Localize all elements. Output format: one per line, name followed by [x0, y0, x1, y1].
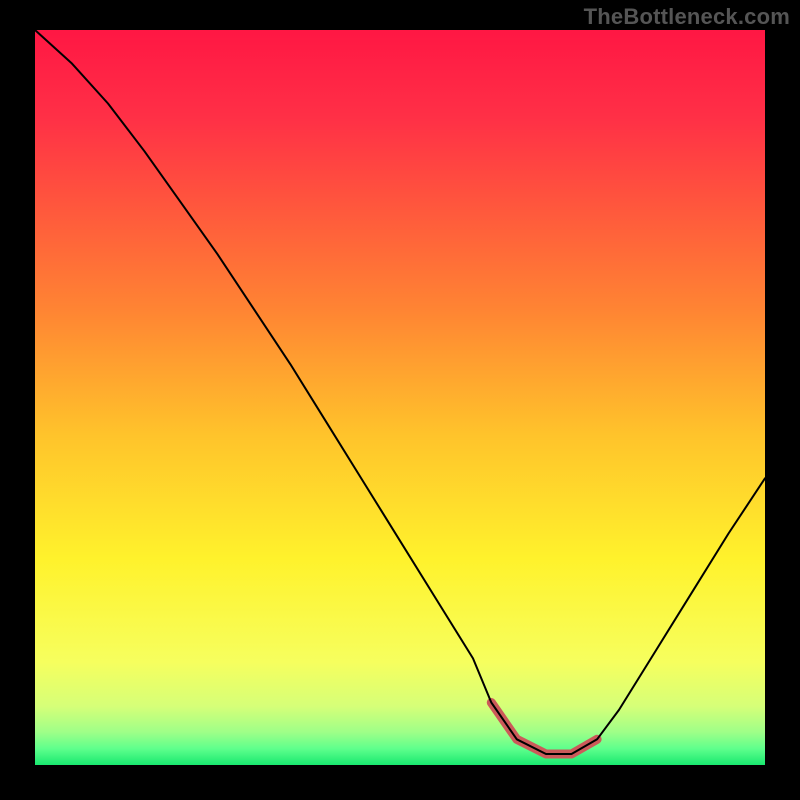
bottleneck-curve	[35, 30, 765, 754]
highlight-segment	[491, 703, 597, 755]
chart-svg	[35, 30, 765, 765]
watermark-text: TheBottleneck.com	[584, 4, 790, 30]
plot-area	[35, 30, 765, 765]
app-frame: TheBottleneck.com	[0, 0, 800, 800]
